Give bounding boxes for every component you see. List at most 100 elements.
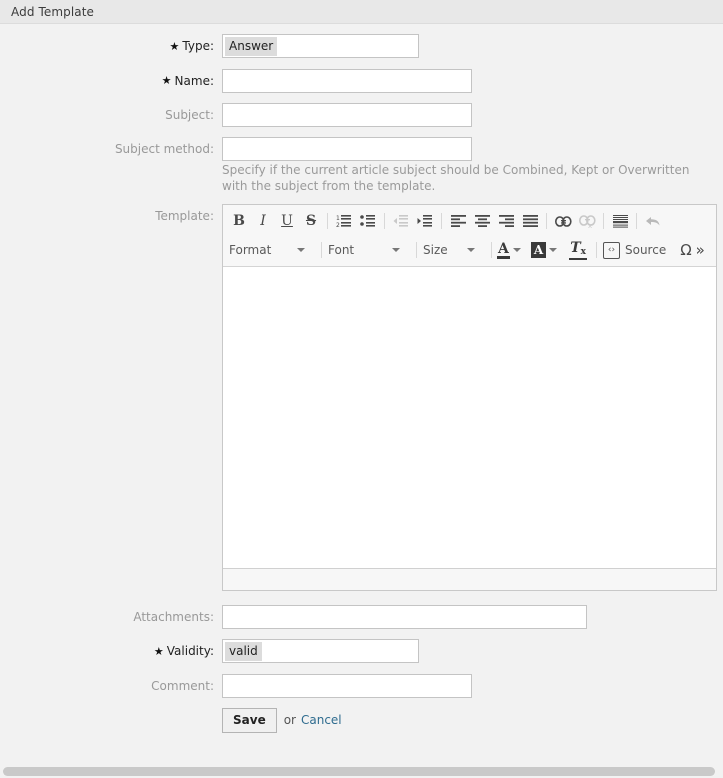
- control-type: Answer: [222, 34, 723, 58]
- chevron-down-icon: [549, 248, 558, 252]
- special-character-icon[interactable]: Ω: [676, 240, 695, 260]
- subject-method-input[interactable]: [222, 137, 472, 161]
- unlink-icon[interactable]: x: [575, 210, 599, 232]
- align-left-icon[interactable]: [446, 210, 470, 232]
- chevron-down-icon: [467, 248, 475, 252]
- field-row-subject: Subject:: [0, 103, 723, 127]
- name-input[interactable]: [222, 68, 472, 93]
- validity-select[interactable]: valid: [222, 639, 419, 663]
- format-dropdown[interactable]: Format: [227, 239, 317, 261]
- underline-icon[interactable]: U: [275, 210, 299, 232]
- bold-icon[interactable]: B: [227, 210, 251, 232]
- dialog-title: Add Template: [11, 4, 95, 19]
- control-name: [222, 68, 723, 93]
- text-color-button[interactable]: A: [496, 239, 522, 261]
- type-selected-value: Answer: [225, 36, 278, 56]
- control-attachments: [222, 605, 723, 629]
- editor-toolbar-row-1: B I U S 1 2 x: [223, 207, 716, 235]
- format-dropdown-label: Format: [229, 243, 272, 257]
- horizontal-rule-icon[interactable]: [608, 210, 632, 232]
- label-name-text: Name:: [174, 73, 214, 88]
- numbered-list-icon[interactable]: 1 2: [332, 210, 356, 232]
- label-attachments: Attachments:: [133, 610, 214, 624]
- field-row-comment: Comment:: [0, 673, 723, 698]
- toolbar-overflow-icon[interactable]: »: [696, 240, 705, 260]
- validity-selected-value: valid: [225, 641, 262, 661]
- field-row-subject-method: Subject method: Specify if the current a…: [0, 137, 723, 194]
- align-center-icon[interactable]: [470, 210, 494, 232]
- required-star-icon: ★: [153, 644, 164, 658]
- size-dropdown-label: Size: [423, 243, 448, 257]
- toolbar-separator: [441, 213, 442, 229]
- control-comment: [222, 673, 723, 698]
- subject-input[interactable]: [222, 103, 472, 127]
- background-color-icon: A: [530, 242, 547, 258]
- label-subject-method: Subject method:: [114, 142, 214, 156]
- increase-indent-icon[interactable]: [413, 210, 437, 232]
- control-actions: Save or Cancel: [222, 707, 723, 733]
- or-label: or: [283, 713, 296, 727]
- required-star-icon: ★: [161, 74, 172, 87]
- label-comment: Comment:: [151, 678, 214, 693]
- size-dropdown[interactable]: Size: [421, 239, 487, 261]
- comment-input[interactable]: [222, 673, 472, 698]
- control-validity: valid: [222, 639, 723, 663]
- dialog-titlebar: Add Template: [0, 0, 723, 24]
- required-star-icon: ★: [169, 39, 180, 53]
- field-row-name: ★ Name:: [0, 68, 723, 94]
- toolbar-separator: [327, 213, 328, 229]
- subject-method-hint: Specify if the current article subject s…: [222, 163, 690, 193]
- remove-format-icon: Tx: [569, 240, 587, 260]
- font-dropdown[interactable]: Font: [326, 239, 412, 261]
- control-subject: [222, 103, 723, 127]
- align-right-icon[interactable]: [494, 210, 518, 232]
- svg-text:1: 1: [336, 215, 340, 222]
- chevron-down-icon: [512, 248, 521, 252]
- cancel-link[interactable]: Cancel: [301, 713, 342, 727]
- attachments-input[interactable]: [222, 605, 587, 629]
- align-justify-icon[interactable]: [518, 210, 542, 232]
- label-subject: Subject:: [165, 108, 214, 122]
- decrease-indent-icon[interactable]: [389, 210, 413, 232]
- toolbar-separator: [384, 213, 385, 229]
- save-button[interactable]: Save: [222, 707, 277, 733]
- source-button[interactable]: ‹› Source: [601, 241, 668, 259]
- editor-toolbar-row-2: Format Font Size A A Tx ‹› Source Ω »: [223, 235, 716, 265]
- template-form: ★ Type: Answer ★ Name: Subject: Subject …: [0, 24, 723, 768]
- font-dropdown-label: Font: [328, 243, 355, 257]
- toolbar-separator: [595, 242, 597, 258]
- chevron-down-icon: [392, 248, 400, 252]
- field-row-template: Template: B I U S 1 2 x Format Font Size…: [0, 204, 723, 591]
- background-color-button[interactable]: A: [530, 239, 558, 261]
- toolbar-separator: [416, 242, 417, 258]
- toolbar-separator: [491, 242, 492, 258]
- horizontal-scrollbar-thumb[interactable]: [3, 767, 715, 776]
- svg-text:x: x: [588, 222, 592, 228]
- editor-content-area[interactable]: [223, 267, 716, 569]
- editor-elements-path: [223, 569, 716, 590]
- link-icon[interactable]: [551, 210, 575, 232]
- bulleted-list-icon[interactable]: [356, 210, 380, 232]
- italic-icon[interactable]: I: [251, 210, 275, 232]
- field-row-type: ★ Type: Answer: [0, 34, 723, 59]
- strikethrough-icon[interactable]: S: [299, 210, 323, 232]
- label-validity: ★ Validity:: [0, 639, 222, 664]
- source-button-label: Source: [624, 243, 667, 257]
- toolbar-separator: [603, 213, 604, 229]
- label-template: Template:: [155, 209, 214, 223]
- svg-text:2: 2: [336, 222, 340, 228]
- control-subject-method: Specify if the current article subject s…: [222, 137, 723, 194]
- toolbar-separator: [321, 242, 322, 258]
- toolbar-separator: [636, 213, 637, 229]
- undo-icon[interactable]: [641, 210, 665, 232]
- field-row-actions: Save or Cancel: [0, 707, 723, 733]
- horizontal-scrollbar[interactable]: [0, 764, 723, 778]
- control-template: B I U S 1 2 x Format Font Size A A Tx ‹›…: [222, 204, 723, 591]
- chevron-down-icon: [297, 248, 305, 252]
- field-row-validity: ★ Validity: valid: [0, 639, 723, 664]
- label-name: ★ Name:: [0, 69, 222, 94]
- remove-format-button[interactable]: Tx: [568, 239, 588, 261]
- label-validity-text: Validity:: [166, 644, 214, 658]
- toolbar-separator: [546, 213, 547, 229]
- type-select[interactable]: Answer: [222, 34, 419, 58]
